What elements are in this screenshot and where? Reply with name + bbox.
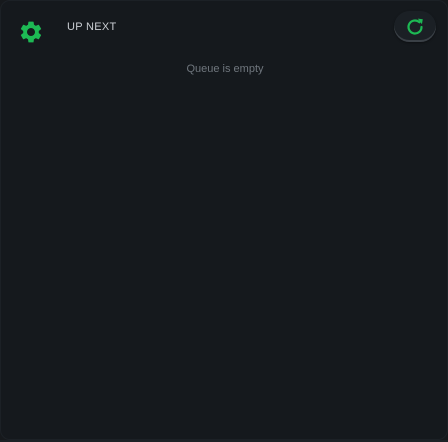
settings-button[interactable]: [18, 19, 44, 45]
refresh-button[interactable]: [394, 11, 436, 42]
gear-icon: [20, 21, 42, 43]
up-next-panel: UP NEXT Queue is empty: [0, 0, 448, 440]
queue-empty-message: Queue is empty: [186, 63, 264, 75]
panel-header: UP NEXT: [1, 1, 447, 57]
refresh-icon: [407, 18, 423, 35]
panel-title: UP NEXT: [67, 21, 117, 33]
